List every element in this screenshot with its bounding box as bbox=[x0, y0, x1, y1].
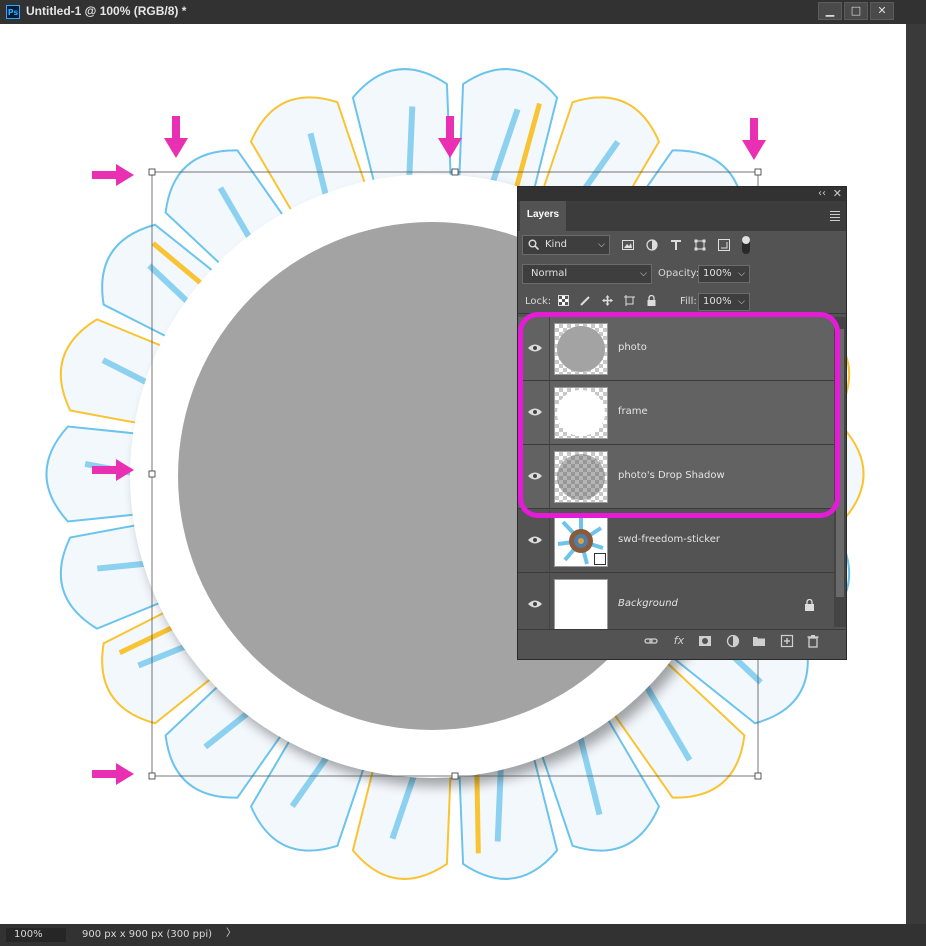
lock-label: Lock: bbox=[525, 296, 552, 307]
transform-handle[interactable] bbox=[451, 168, 459, 176]
filter-kind-label: Kind bbox=[545, 239, 568, 250]
eye-icon[interactable] bbox=[528, 599, 542, 609]
lock-artboard-icon[interactable] bbox=[624, 295, 635, 306]
document-size: 900 px x 900 px (300 ppi) bbox=[82, 929, 213, 940]
chevron-down-icon: ⌵ bbox=[738, 269, 745, 279]
chevron-down-icon: ⌵ bbox=[738, 297, 745, 307]
layer-row-sticker[interactable]: swd-freedom-sticker bbox=[518, 509, 834, 573]
lock-position-icon[interactable] bbox=[602, 295, 613, 306]
transform-handle[interactable] bbox=[754, 168, 762, 176]
panel-menu-icon[interactable] bbox=[830, 209, 840, 223]
smart-object-badge-icon bbox=[594, 553, 606, 565]
photoshop-icon: Ps bbox=[6, 5, 20, 19]
transform-handle[interactable] bbox=[148, 772, 156, 780]
filter-toggle[interactable] bbox=[742, 236, 750, 254]
transform-handle[interactable] bbox=[148, 470, 156, 478]
zoom-field[interactable]: 100% bbox=[6, 928, 66, 942]
transform-handle[interactable] bbox=[451, 772, 459, 780]
layer-thumbnail bbox=[554, 579, 608, 631]
new-layer-icon[interactable] bbox=[780, 634, 794, 648]
panel-tabbar: Layers bbox=[518, 201, 846, 231]
collapse-icon[interactable]: ‹‹ bbox=[818, 187, 826, 201]
visibility-column bbox=[518, 509, 550, 573]
opacity-field[interactable]: 100% ⌵ bbox=[698, 265, 750, 283]
document-title: Untitled-1 @ 100% (RGB/8) * bbox=[26, 4, 187, 18]
trash-icon[interactable] bbox=[806, 634, 820, 648]
search-icon bbox=[528, 239, 539, 250]
panel-close-icon[interactable]: ✕ bbox=[833, 187, 842, 201]
blend-mode-select[interactable]: Normal ⌵ bbox=[522, 264, 652, 284]
lock-icon bbox=[805, 599, 814, 611]
panel-header: ‹‹ ✕ bbox=[518, 187, 846, 201]
maximize-icon[interactable]: □ bbox=[844, 2, 868, 20]
filter-kind-select[interactable]: Kind ⌵ bbox=[522, 235, 610, 255]
layers-highlight bbox=[518, 312, 840, 518]
arrow-down-icon bbox=[164, 116, 188, 158]
chevron-down-icon: ⌵ bbox=[598, 240, 605, 250]
visibility-column bbox=[518, 573, 550, 637]
canvas-scrollbar[interactable] bbox=[906, 24, 926, 924]
fx-icon[interactable]: fx bbox=[672, 634, 686, 648]
fill-value: 100% bbox=[703, 296, 732, 307]
type-filter-icon[interactable] bbox=[670, 239, 682, 251]
close-icon[interactable]: ✕ bbox=[870, 2, 894, 20]
adjustment-filter-icon[interactable] bbox=[646, 239, 658, 251]
minimize-icon[interactable]: ▁ bbox=[818, 2, 842, 20]
chevron-right-icon[interactable]: 〉 bbox=[226, 927, 236, 941]
layer-name: Background bbox=[618, 598, 678, 609]
chevron-down-icon: ⌵ bbox=[640, 269, 647, 279]
arrow-right-icon bbox=[92, 164, 134, 186]
opacity-value: 100% bbox=[703, 268, 732, 279]
link-icon[interactable] bbox=[644, 634, 658, 648]
title-bar: Ps Untitled-1 @ 100% (RGB/8) * ▁ □ ✕ bbox=[0, 0, 926, 24]
folder-icon[interactable] bbox=[752, 634, 766, 648]
shape-filter-icon[interactable] bbox=[694, 239, 706, 251]
eye-icon[interactable] bbox=[528, 535, 542, 545]
status-bar: 100% 900 px x 900 px (300 ppi) 〉 bbox=[0, 924, 926, 946]
lock-pixels-icon[interactable] bbox=[580, 295, 591, 306]
lock-transparent-icon[interactable] bbox=[558, 295, 569, 306]
arrow-down-icon bbox=[742, 118, 766, 160]
transform-handle[interactable] bbox=[148, 168, 156, 176]
lock-all-icon[interactable] bbox=[646, 295, 657, 306]
adjustment-icon[interactable] bbox=[726, 634, 740, 648]
fill-field[interactable]: 100% ⌵ bbox=[698, 293, 750, 311]
opacity-label: Opacity: bbox=[658, 268, 700, 279]
layer-row-background[interactable]: Background bbox=[518, 573, 834, 637]
layer-name: swd-freedom-sticker bbox=[618, 534, 720, 545]
image-filter-icon[interactable] bbox=[622, 239, 634, 251]
mask-icon[interactable] bbox=[698, 634, 712, 648]
transform-handle[interactable] bbox=[754, 772, 762, 780]
fill-label: Fill: bbox=[680, 296, 697, 307]
panel-footer: fx bbox=[518, 629, 846, 652]
arrow-right-icon bbox=[92, 763, 134, 785]
tab-layers[interactable]: Layers bbox=[520, 201, 566, 231]
layer-thumbnail bbox=[554, 515, 608, 567]
blend-mode-label: Normal bbox=[531, 268, 568, 279]
smart-object-filter-icon[interactable] bbox=[718, 239, 730, 251]
